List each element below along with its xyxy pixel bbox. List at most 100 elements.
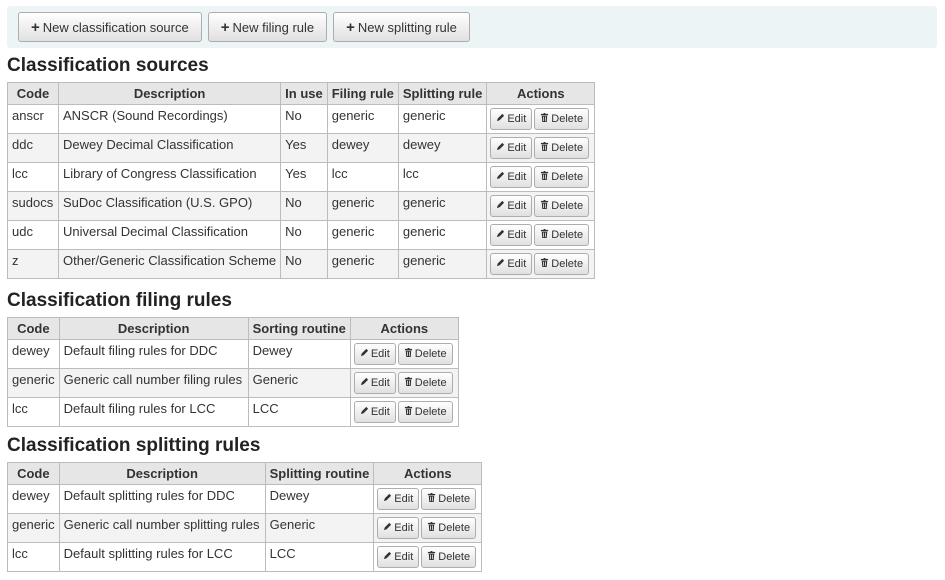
delete-button[interactable]: Delete <box>534 224 590 246</box>
trash-icon <box>540 258 549 270</box>
pencil-icon <box>383 551 392 563</box>
new-splitting-rule-button[interactable]: + New splitting rule <box>333 12 470 42</box>
cell-in-use: No <box>280 249 328 279</box>
cell-routine: Dewey <box>247 339 351 369</box>
header-row: Code Description Splitting routine Actio… <box>7 462 483 485</box>
cell-actions: Edit Delete <box>373 484 483 514</box>
column-header: Sorting routine <box>247 317 351 340</box>
plus-icon: + <box>220 18 230 36</box>
cell-splitting-rule: generic <box>397 191 488 221</box>
delete-label: Delete <box>438 551 471 563</box>
delete-button[interactable]: Delete <box>421 546 477 568</box>
cell-description: Universal Decimal Classification <box>57 220 282 250</box>
pencil-icon <box>496 142 505 154</box>
edit-label: Edit <box>394 551 414 563</box>
new-classification-source-button[interactable]: + New classification source <box>18 12 202 42</box>
column-header: Splitting rule <box>397 82 488 105</box>
cell-actions: Edit Delete <box>486 133 596 163</box>
splitting-table: Code Description Splitting routine Actio… <box>7 462 483 572</box>
pencil-icon <box>496 229 505 241</box>
cell-description: Default splitting rules for LCC <box>58 542 266 572</box>
delete-button[interactable]: Delete <box>421 517 477 539</box>
column-header: Code <box>7 462 60 485</box>
delete-label: Delete <box>414 406 447 418</box>
cell-actions: Edit Delete <box>486 220 596 250</box>
delete-button[interactable]: Delete <box>421 488 477 510</box>
edit-label: Edit <box>507 142 527 154</box>
cell-routine: LCC <box>247 397 351 427</box>
cell-description: ANSCR (Sound Recordings) <box>57 104 282 134</box>
edit-button[interactable]: Edit <box>490 166 533 188</box>
delete-label: Delete <box>414 348 447 360</box>
edit-button[interactable]: Edit <box>377 517 420 539</box>
delete-button[interactable]: Delete <box>534 253 590 275</box>
delete-label: Delete <box>551 142 584 154</box>
sources-heading: Classification sources <box>7 55 209 76</box>
pencil-icon <box>496 258 505 270</box>
table-row: lcc Default filing rules for LCC LCC Edit De… <box>7 397 459 427</box>
trash-icon <box>540 142 549 154</box>
column-header: Actions <box>373 462 483 485</box>
cell-actions: Edit Delete <box>373 542 483 572</box>
cell-description: Generic call number filing rules <box>58 368 249 398</box>
edit-button[interactable]: Edit <box>490 137 533 159</box>
cell-in-use: Yes <box>280 162 328 192</box>
trash-icon <box>540 229 549 241</box>
edit-button[interactable]: Edit <box>353 401 396 423</box>
edit-button[interactable]: Edit <box>490 195 533 217</box>
column-header: In use <box>280 82 328 105</box>
delete-button[interactable]: Delete <box>534 195 590 217</box>
column-header: Code <box>7 317 60 340</box>
edit-button[interactable]: Edit <box>353 372 396 394</box>
edit-label: Edit <box>507 229 527 241</box>
cell-actions: Edit Delete <box>373 513 483 543</box>
trash-icon <box>540 113 549 125</box>
edit-button[interactable]: Edit <box>490 224 533 246</box>
cell-code: sudocs <box>7 191 59 221</box>
trash-icon <box>540 200 549 212</box>
cell-splitting-rule: lcc <box>397 162 488 192</box>
table-row: dewey Default filing rules for DDC Dewey Ed… <box>7 339 459 369</box>
column-header: Actions <box>349 317 459 340</box>
cell-description: Library of Congress Classification <box>57 162 282 192</box>
delete-button[interactable]: Delete <box>397 343 453 365</box>
edit-button[interactable]: Edit <box>377 546 420 568</box>
column-header: Splitting routine <box>264 462 375 485</box>
cell-filing-rule: generic <box>326 191 399 221</box>
delete-label: Delete <box>438 522 471 534</box>
cell-description: Default filing rules for LCC <box>58 397 249 427</box>
pencil-icon <box>360 377 369 389</box>
trash-icon <box>404 348 413 360</box>
cell-filing-rule: generic <box>326 249 399 279</box>
new-filing-rule-button[interactable]: + New filing rule <box>207 12 328 42</box>
delete-button[interactable]: Delete <box>397 372 453 394</box>
cell-in-use: No <box>280 220 328 250</box>
delete-button[interactable]: Delete <box>397 401 453 423</box>
table-row: generic Generic call number splitting rul… <box>7 513 483 543</box>
pencil-icon <box>496 200 505 212</box>
cell-in-use: No <box>280 104 328 134</box>
cell-routine: Generic <box>247 368 351 398</box>
cell-code: dewey <box>7 484 60 514</box>
cell-actions: Edit Delete <box>349 397 459 427</box>
edit-button[interactable]: Edit <box>490 253 533 275</box>
edit-label: Edit <box>370 348 390 360</box>
edit-label: Edit <box>394 522 414 534</box>
edit-label: Edit <box>507 113 527 125</box>
cell-code: anscr <box>7 104 59 134</box>
edit-button[interactable]: Edit <box>490 108 533 130</box>
table-row: udc Universal Decimal Classification No gen… <box>7 220 596 250</box>
pencil-icon <box>383 493 392 505</box>
delete-label: Delete <box>551 200 584 212</box>
delete-button[interactable]: Delete <box>534 137 590 159</box>
delete-button[interactable]: Delete <box>534 166 590 188</box>
pencil-icon <box>496 113 505 125</box>
edit-button[interactable]: Edit <box>353 343 396 365</box>
toolbar: + New classification source + New filing… <box>7 6 937 48</box>
trash-icon <box>540 171 549 183</box>
edit-button[interactable]: Edit <box>377 488 420 510</box>
table-row: z Other/Generic Classification Scheme No ge… <box>7 249 596 279</box>
table-row: ddc Dewey Decimal Classification Yes dewey d… <box>7 133 596 163</box>
cell-description: Generic call number splitting rules <box>58 513 266 543</box>
delete-button[interactable]: Delete <box>534 108 590 130</box>
